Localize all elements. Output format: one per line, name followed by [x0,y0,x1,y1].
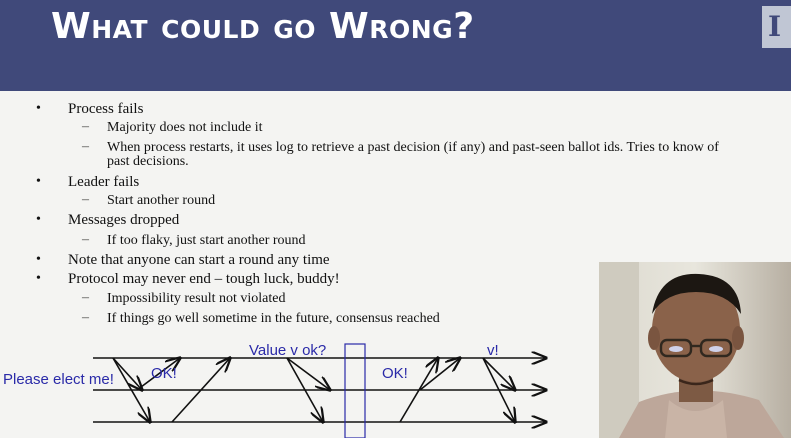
bullet-anyone-start: Note that anyone can start a round any t… [68,252,330,268]
value-ok-label: Value v ok? [249,342,327,359]
sub-bullet-things-go-well: If things go well sometime in the future… [107,311,440,326]
bullet-protocol-never-end: Protocol may never end – tough luck, bud… [68,271,340,287]
dash-marker: – [82,192,89,207]
bullet-marker: • [36,174,41,189]
ok-arrow [419,358,460,391]
bullet-marker: • [36,212,41,227]
logo-letter: I [768,10,782,43]
dash-marker: – [82,290,89,305]
bullet-marker: • [36,252,41,267]
sub-bullet-majority: Majority does not include it [107,120,263,135]
ok-label-1: OK! [151,365,177,382]
dash-marker: – [82,310,89,325]
sub-bullet-restarts: When process restarts, it uses log to re… [107,140,719,155]
dash-marker: – [82,139,89,154]
sub-bullet-impossibility: Impossibility result not violated [107,291,286,306]
ok-label-2: OK! [382,365,408,382]
bullet-leader-fails: Leader fails [68,174,140,190]
slide-title: What could go Wrong? [51,6,475,47]
sub-bullet-flaky: If too flaky, just start another round [107,233,306,248]
dash-marker: – [82,232,89,247]
bullet-marker: • [36,271,41,286]
bullet-process-fails: Process fails [68,101,144,117]
bullet-marker: • [36,101,41,116]
please-elect-label: Please elect me! [3,371,114,388]
decide-arrow [482,357,515,390]
sub-bullet-start-round: Start another round [107,193,216,208]
prepare-arrow [112,357,142,390]
presenter-webcam [599,262,791,438]
v-label: v! [487,342,499,359]
dash-marker: – [82,119,89,134]
university-logo: I [762,6,791,48]
bullet-messages-dropped: Messages dropped [68,212,180,228]
sub-bullet-restarts-cont: past decisions. [107,154,189,169]
accept-arrow [286,357,330,390]
presenter-video-frame [599,262,791,438]
